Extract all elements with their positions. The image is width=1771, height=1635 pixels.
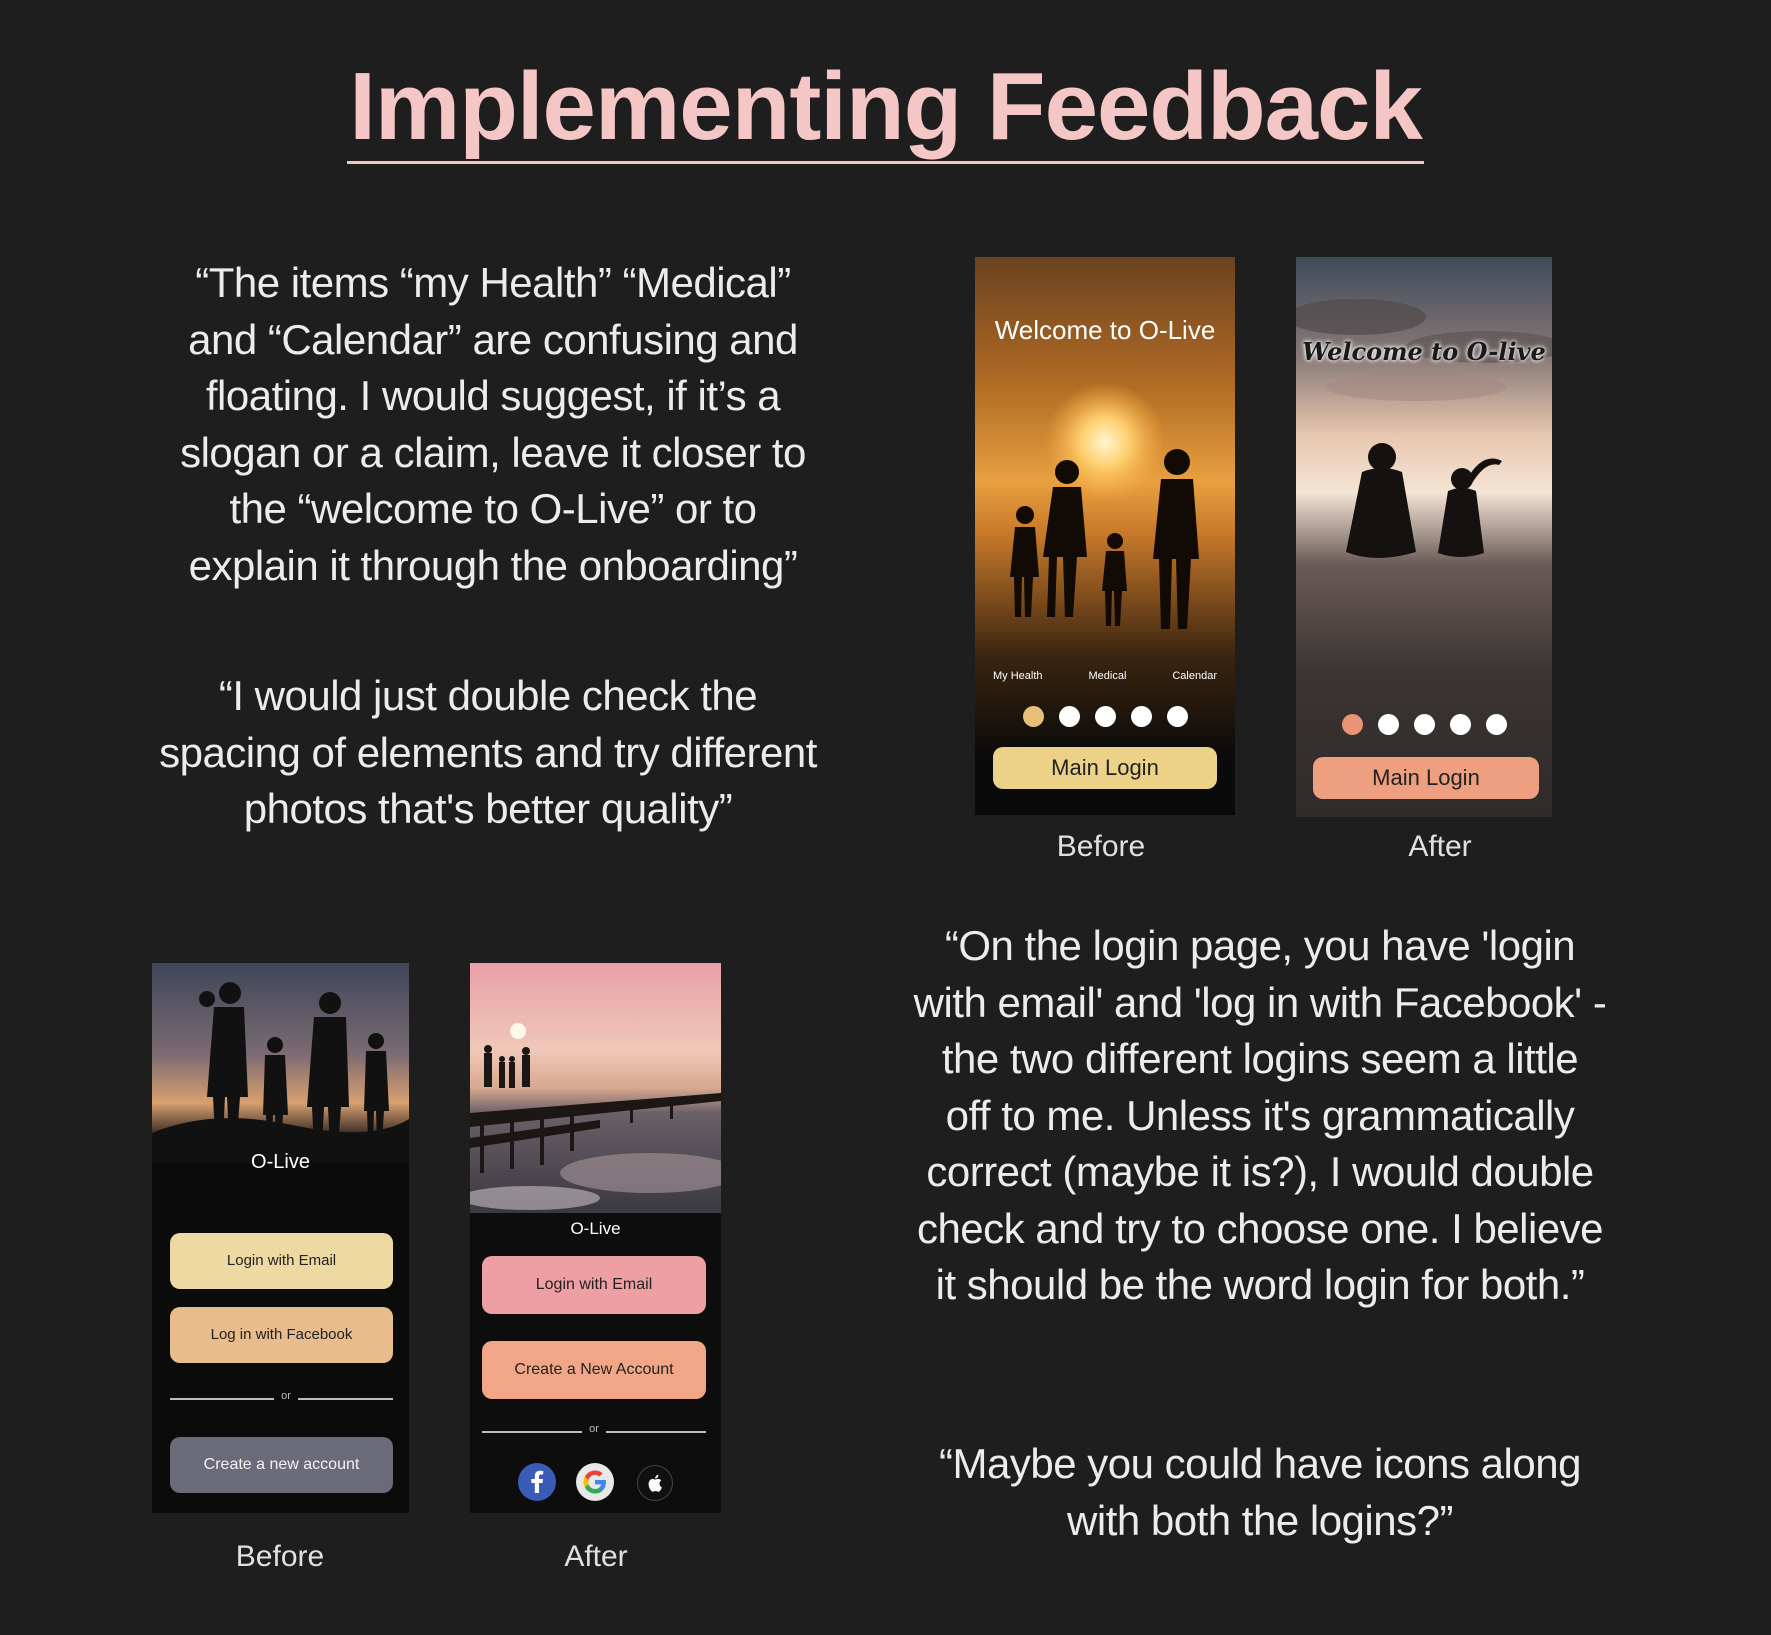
login-with-email-button[interactable]: Login with Email — [170, 1233, 393, 1289]
login-with-email-button[interactable]: Login with Email — [482, 1256, 706, 1314]
facebook-icon[interactable] — [518, 1463, 556, 1501]
app-name: O-Live — [570, 1219, 621, 1238]
pagination-dots — [975, 706, 1235, 727]
google-glyph — [583, 1470, 606, 1494]
or-text: or — [589, 1423, 599, 1435]
pagination-dot[interactable] — [1166, 706, 1188, 727]
pier-sunset-photo — [470, 963, 721, 1213]
pagination-dot[interactable] — [1413, 714, 1435, 735]
create-account-button[interactable]: Create a new account — [170, 1437, 393, 1493]
caption-after: After — [564, 1540, 628, 1573]
caption-before: Before — [1056, 830, 1146, 863]
google-icon[interactable] — [576, 1463, 614, 1501]
app-name: O-Live — [251, 1151, 310, 1173]
family-silhouette-photo — [152, 963, 409, 1163]
pagination-dot[interactable] — [1377, 714, 1399, 735]
feature-tabs: My Health Medical Calendar — [975, 670, 1235, 682]
pagination-dot[interactable] — [1449, 714, 1471, 735]
page-title: Implementing Feedback — [0, 52, 1771, 164]
pagination-dot[interactable] — [1130, 706, 1152, 727]
pagination-dot[interactable] — [1058, 706, 1080, 727]
divider-right — [298, 1398, 393, 1400]
feedback-quote-4: “Maybe you could have icons along with b… — [939, 1440, 1581, 1544]
welcome-title-script: Welcome to O-live — [1302, 337, 1546, 366]
facebook-glyph — [531, 1470, 544, 1493]
tab-my-health[interactable]: My Health — [993, 670, 1043, 682]
tab-medical[interactable]: Medical — [1088, 670, 1126, 682]
tab-calendar[interactable]: Calendar — [1172, 670, 1217, 682]
caption-after: After — [1408, 830, 1472, 863]
welcome-screen-before: Welcome to O-Live My Health Medical Cale… — [975, 257, 1235, 815]
welcome-screen-after: Welcome to O-live Main Login — [1296, 257, 1552, 817]
pagination-dot-active[interactable] — [1341, 714, 1363, 735]
feedback-quote-2: “I would just double check the spacing o… — [159, 672, 817, 832]
pagination-dots — [1296, 714, 1552, 735]
divider-right — [606, 1431, 706, 1433]
pagination-dot-active[interactable] — [1022, 706, 1044, 727]
caption-before: Before — [235, 1540, 325, 1573]
login-screen-before: O-Live Login with Email Log in with Face… — [152, 963, 409, 1513]
pagination-dot[interactable] — [1094, 706, 1116, 727]
or-text: or — [281, 1390, 291, 1402]
welcome-title: Welcome to O-Live — [994, 315, 1216, 345]
pagination-dot[interactable] — [1485, 714, 1507, 735]
feedback-quote-1: “The items “my Health” “Medical” and “Ca… — [180, 259, 806, 589]
apple-glyph — [648, 1474, 662, 1492]
login-screen-after: O-Live Login with Email Create a New Acc… — [470, 963, 721, 1513]
divider-left — [482, 1431, 582, 1433]
main-login-button[interactable]: Main Login — [1313, 757, 1539, 799]
feedback-quote-3: “On the login page, you have 'login with… — [913, 922, 1607, 1308]
login-with-facebook-button[interactable]: Log in with Facebook — [170, 1307, 393, 1363]
create-new-account-button[interactable]: Create a New Account — [482, 1341, 706, 1399]
main-login-button[interactable]: Main Login — [993, 747, 1217, 789]
divider-left — [170, 1398, 274, 1400]
apple-icon[interactable] — [637, 1465, 673, 1501]
